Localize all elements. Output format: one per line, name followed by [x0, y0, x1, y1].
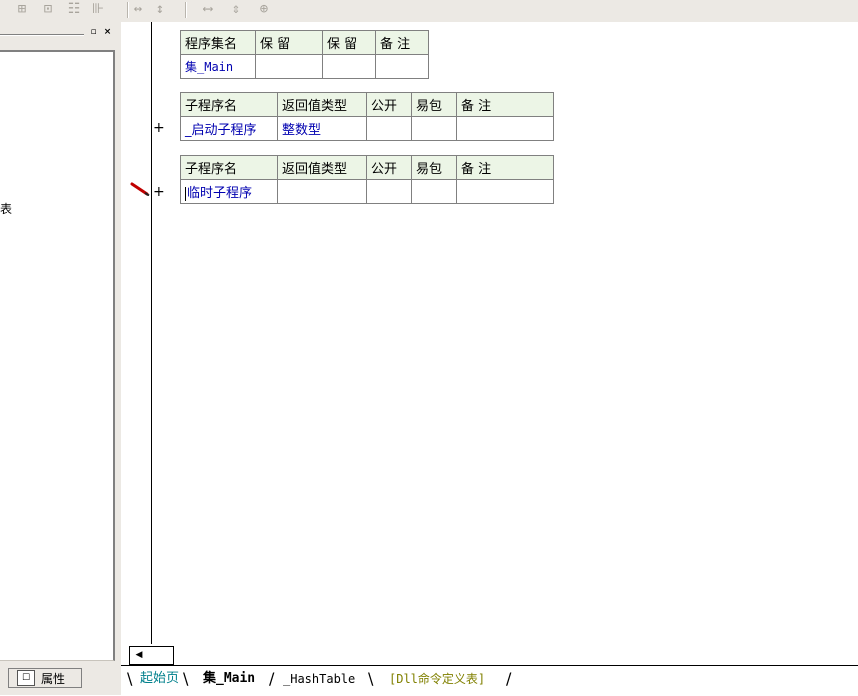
- program-set-table: 程序集名 保 留 保 留 备 注 集_Main: [180, 30, 429, 79]
- toolbar-separator: [185, 2, 187, 18]
- tab-hashtable[interactable]: _HashTable: [283, 669, 355, 689]
- align-top-icon[interactable]: ☷: [66, 2, 82, 17]
- expand-icon[interactable]: +: [153, 184, 165, 200]
- tab-divider: \: [127, 669, 133, 688]
- table-header-row: 子程序名 返回值类型 公开 易包 备 注: [180, 155, 554, 180]
- space-vertical-icon[interactable]: ↕: [152, 2, 168, 17]
- header-cell: 备 注: [375, 30, 429, 55]
- tab-divider: /: [269, 669, 275, 688]
- table-row: 临时子程序: [180, 179, 554, 204]
- code-editor[interactable]: 程序集名 保 留 保 留 备 注 集_Main + 子程序名 返回值类型 公开 …: [121, 22, 858, 665]
- note-cell[interactable]: [456, 116, 554, 141]
- tab-main-set[interactable]: 集_Main: [203, 669, 255, 689]
- property-icon: ☐: [17, 670, 35, 686]
- tab-divider: /: [506, 669, 512, 688]
- table-row: _启动子程序 整数型: [180, 116, 554, 141]
- tab-divider: \: [368, 669, 374, 688]
- toolbar: ⊞ ⊡ ☷ ⊪ ↔ ↕ ⟷ ⇕ ⊕: [0, 0, 858, 23]
- toolbar-separator: [127, 2, 129, 18]
- public-cell[interactable]: [366, 116, 412, 141]
- text-cursor: [185, 186, 186, 201]
- sub-program-name-cell[interactable]: 临时子程序: [180, 179, 278, 204]
- header-cell: 易包: [411, 155, 457, 180]
- property-tab[interactable]: ☐ 属性: [8, 668, 82, 688]
- space-horizontal-icon[interactable]: ↔: [130, 2, 146, 17]
- note-cell[interactable]: [456, 179, 554, 204]
- header-cell: 易包: [411, 92, 457, 117]
- property-tab-label: 属性: [41, 671, 66, 686]
- table-row: 集_Main: [180, 54, 429, 79]
- header-cell: 公开: [366, 155, 412, 180]
- scroll-track[interactable]: [148, 646, 174, 665]
- reserved-cell[interactable]: [322, 54, 376, 79]
- easy-pack-cell[interactable]: [411, 116, 457, 141]
- sub-program-name-text: 临时子程序: [187, 186, 253, 201]
- header-cell: 备 注: [456, 155, 554, 180]
- header-cell: 程序集名: [180, 30, 256, 55]
- easy-pack-cell[interactable]: [411, 179, 457, 204]
- header-cell: 返回值类型: [277, 155, 367, 180]
- header-cell: 保 留: [322, 30, 376, 55]
- expand-icon[interactable]: +: [153, 120, 165, 136]
- left-panel: ▫ × 表: [0, 22, 121, 665]
- note-cell[interactable]: [375, 54, 429, 79]
- same-height-icon[interactable]: ⇕: [228, 2, 244, 17]
- close-icon[interactable]: ×: [102, 27, 113, 38]
- table-header-row: 程序集名 保 留 保 留 备 注: [180, 30, 429, 55]
- tab-divider: \: [183, 669, 189, 688]
- editor-gutter: [129, 22, 152, 644]
- header-cell: 保 留: [255, 30, 323, 55]
- header-cell: 子程序名: [180, 92, 278, 117]
- same-width-icon[interactable]: ⟷: [200, 2, 216, 17]
- horizontal-scrollbar[interactable]: ◀: [129, 644, 858, 665]
- header-cell: 公开: [366, 92, 412, 117]
- left-panel-content: 表: [0, 50, 115, 661]
- header-cell: 返回值类型: [277, 92, 367, 117]
- table-header-row: 子程序名 返回值类型 公开 易包 备 注: [180, 92, 554, 117]
- sub-program-name-cell[interactable]: _启动子程序: [180, 116, 278, 141]
- same-size-icon[interactable]: ⊕: [256, 2, 272, 17]
- align-left-icon[interactable]: ⊞: [14, 2, 30, 17]
- align-right-icon[interactable]: ⊪: [90, 2, 106, 17]
- panel-grip[interactable]: [0, 34, 84, 36]
- return-type-cell[interactable]: 整数型: [277, 116, 367, 141]
- sub-program-table-1: 子程序名 返回值类型 公开 易包 备 注 _启动子程序 整数型: [180, 92, 554, 141]
- pencil-icon: [130, 182, 150, 196]
- program-set-name-cell[interactable]: 集_Main: [180, 54, 256, 79]
- public-cell[interactable]: [366, 179, 412, 204]
- reserved-cell[interactable]: [255, 54, 323, 79]
- tab-dll-commands[interactable]: [Dll命令定义表]: [389, 669, 485, 689]
- header-cell: 子程序名: [180, 155, 278, 180]
- clipped-tree-text: 表: [0, 202, 13, 216]
- left-panel-header: ▫ ×: [0, 26, 121, 42]
- align-center-icon[interactable]: ⊡: [40, 2, 56, 17]
- header-cell: 备 注: [456, 92, 554, 117]
- sub-program-table-2: 子程序名 返回值类型 公开 易包 备 注 临时子程序: [180, 155, 554, 204]
- restore-icon[interactable]: ▫: [88, 27, 99, 38]
- document-tabs: \ 起始页 \ 集_Main / _HashTable \ [Dll命令定义表]…: [121, 665, 858, 696]
- tab-start-page[interactable]: 起始页: [140, 669, 179, 689]
- left-panel-tabs: ☐ 属性: [0, 665, 121, 695]
- scroll-left-icon[interactable]: ◀: [129, 646, 149, 665]
- return-type-cell[interactable]: [277, 179, 367, 204]
